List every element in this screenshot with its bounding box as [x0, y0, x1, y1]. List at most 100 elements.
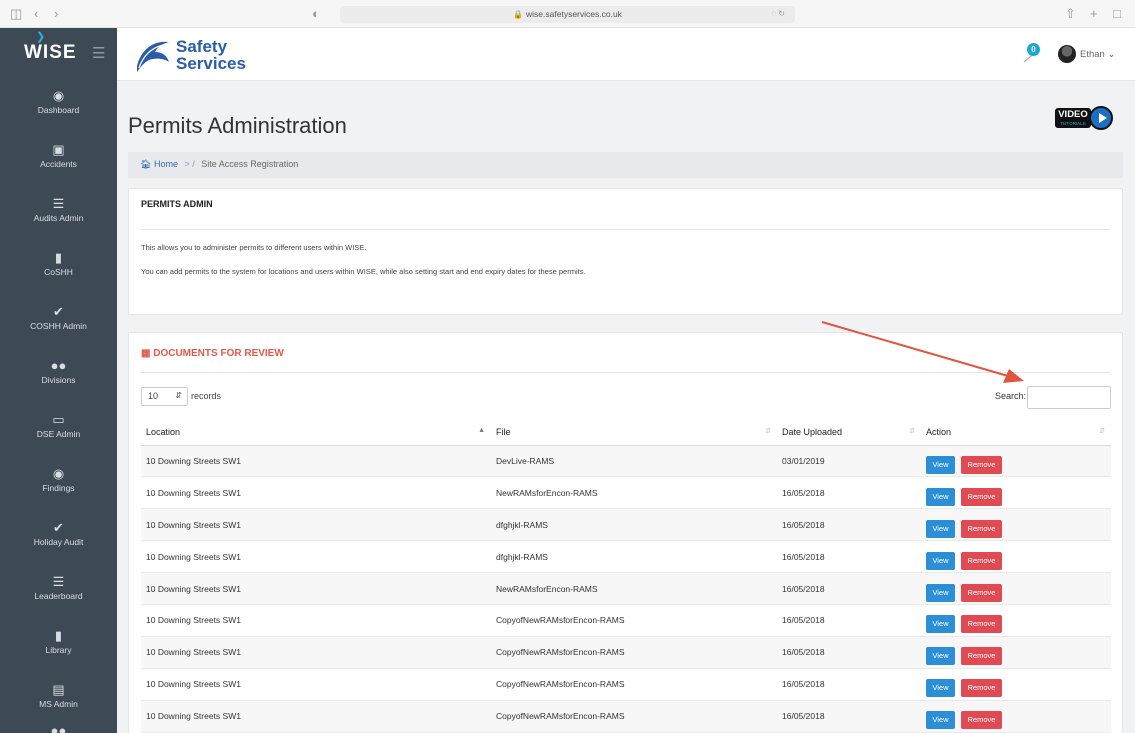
sidebar-item-dse-admin[interactable]: ▭ DSE Admin — [0, 405, 117, 459]
view-button[interactable]: View — [926, 679, 955, 698]
sidebar-item-dashboard[interactable]: ◉ Dashboard — [0, 81, 117, 135]
search-input[interactable] — [1027, 386, 1111, 409]
sidebar-item-coshh[interactable]: ▮ CoSHH — [0, 243, 117, 297]
sidebar-item-audits-admin[interactable]: ☰ Audits Admin — [0, 189, 117, 243]
cell-action: View Remove — [921, 540, 1111, 574]
sidebar-item-partial[interactable]: ●● — [0, 721, 117, 733]
column-header-location[interactable]: Location ▲ — [141, 420, 491, 446]
users-icon: ●● — [50, 358, 67, 373]
view-button[interactable]: View — [926, 487, 955, 506]
column-label: Location — [146, 427, 181, 438]
view-button[interactable]: View — [926, 615, 955, 634]
view-button[interactable]: View — [926, 551, 955, 570]
address-bar[interactable]: 🔒 wise.safetyservices.co.uk ◌ ↻ — [340, 6, 795, 23]
sidebar-item-label: CoSHH — [44, 267, 73, 277]
sidebar-item-accidents[interactable]: ▣ Accidents — [0, 135, 117, 189]
view-button[interactable]: View — [926, 647, 955, 666]
sidebar-item-library[interactable]: ▮ Library — [0, 621, 117, 675]
permits-admin-panel: PERMITS ADMIN This allows you to adminis… — [128, 188, 1123, 315]
cell-action: View Remove — [921, 668, 1111, 701]
video-tutorials-button[interactable]: VIDEO TUTORIALS — [1055, 106, 1113, 132]
reload-icon[interactable]: ◌ ↻ — [771, 9, 785, 18]
remove-button[interactable]: Remove — [961, 583, 1002, 602]
back-icon[interactable]: ‹ — [34, 6, 38, 22]
column-header-action[interactable]: Action ⇵ — [921, 420, 1111, 446]
column-label: File — [496, 427, 511, 438]
avatar[interactable] — [1058, 45, 1076, 63]
sidebar-item-divisions[interactable]: ●● Divisions — [0, 351, 117, 405]
tabs-overview-icon[interactable]: □ — [1113, 6, 1121, 22]
cell-location: 10 Downing Streets SW1 — [141, 700, 491, 733]
cell-file: dfghjkl-RAMS — [491, 540, 777, 574]
breadcrumb: 🏠︎ Home > / Site Access Registration — [128, 152, 1123, 178]
sidebar-item-label: DSE Admin — [36, 429, 81, 439]
cell-location: 10 Downing Streets SW1 — [141, 476, 491, 510]
table-icon: ▦ — [141, 348, 154, 359]
info-text-2: You can add permits to the system for lo… — [141, 267, 586, 276]
browser-toolbar: ◫ ‹ › ◐ 🔒 wise.safetyservices.co.uk ◌ ↻ ⇧… — [0, 0, 1135, 28]
remove-button[interactable]: Remove — [961, 455, 1002, 474]
sidebar-toggle-icon[interactable]: ◫ — [10, 6, 22, 22]
table-row: 10 Downing Streets SW1 CopyofNewRAMsforE… — [141, 604, 1111, 637]
check-icon: ✔ — [53, 520, 64, 535]
breadcrumb-home-link[interactable]: Home — [154, 159, 178, 169]
cell-action: View Remove — [921, 476, 1111, 510]
sidebar-item-holiday-audit[interactable]: ✔ Holiday Audit — [0, 513, 117, 567]
documents-table: Location ▲ File ⇵ Date Uploaded ⇵ Action ⇵ 1… — [141, 420, 1111, 733]
remove-button[interactable]: Remove — [961, 615, 1002, 634]
remove-button[interactable]: Remove — [961, 519, 1002, 538]
video-sub-label: TUTORIALS — [1060, 121, 1086, 126]
sidebar-item-coshh-admin[interactable]: ✔ COSHH Admin — [0, 297, 117, 351]
documents-heading: ▦ DOCUMENTS FOR REVIEW — [141, 348, 284, 359]
remove-button[interactable]: Remove — [961, 487, 1002, 506]
play-icon — [1089, 106, 1113, 130]
view-button[interactable]: View — [926, 455, 955, 474]
remove-button[interactable]: Remove — [961, 647, 1002, 666]
cell-date: 16/05/2018 — [777, 476, 921, 510]
menu-toggle-icon[interactable]: ☰ — [92, 44, 105, 62]
new-tab-icon[interactable]: + — [1090, 6, 1098, 22]
eye-icon: ◉ — [52, 466, 65, 481]
sidebar-item-label: Divisions — [41, 375, 76, 385]
sort-icon: ⇵ — [1099, 428, 1105, 435]
records-per-page-select[interactable]: 10 ⇵ — [141, 387, 188, 406]
remove-button[interactable]: Remove — [961, 551, 1002, 570]
user-menu[interactable]: Ethan ⌄ — [1080, 49, 1115, 60]
view-button[interactable]: View — [926, 519, 955, 538]
list-icon: ☰ — [52, 574, 65, 589]
cell-date: 16/05/2018 — [777, 572, 921, 605]
view-button[interactable]: View — [926, 583, 955, 602]
home-icon[interactable]: 🏠︎ — [140, 159, 151, 169]
view-button[interactable]: View — [926, 711, 955, 730]
cell-location: 10 Downing Streets SW1 — [141, 508, 491, 542]
column-label: Action — [926, 427, 952, 438]
privacy-shield-icon[interactable]: ◐ — [312, 6, 320, 22]
page-title: Permits Administration — [128, 113, 347, 138]
sidebar-item-label: Leaderboard — [34, 591, 83, 601]
book-icon: ▮ — [54, 250, 63, 265]
sidebar-item-leaderboard[interactable]: ☰ Leaderboard — [0, 567, 117, 621]
table-row: 10 Downing Streets SW1 dfghjkl-RAMS 16/0… — [141, 540, 1111, 574]
divider — [141, 372, 1110, 373]
cell-action: View Remove — [921, 445, 1111, 478]
forward-icon[interactable]: › — [54, 6, 58, 22]
cell-date: 16/05/2018 — [777, 508, 921, 542]
share-icon[interactable]: ⇧ — [1065, 6, 1076, 22]
cell-action: View Remove — [921, 636, 1111, 669]
remove-button[interactable]: Remove — [961, 679, 1002, 698]
users-icon: ●● — [50, 723, 67, 733]
wise-logo: WISE — [24, 42, 77, 63]
monitor-icon: ▭ — [52, 412, 65, 427]
cell-date: 16/05/2018 — [777, 668, 921, 701]
first-aid-icon: ▣ — [52, 142, 65, 157]
divider — [141, 229, 1110, 230]
video-badge: VIDEO TUTORIALS — [1055, 108, 1091, 128]
table-header-row: Location ▲ File ⇵ Date Uploaded ⇵ Action ⇵ — [141, 420, 1111, 446]
list-icon: ☰ — [52, 196, 65, 211]
column-header-file[interactable]: File ⇵ — [491, 420, 777, 446]
column-header-date-uploaded[interactable]: Date Uploaded ⇵ — [777, 420, 921, 446]
panel-heading: PERMITS ADMIN — [141, 199, 213, 209]
remove-button[interactable]: Remove — [961, 711, 1002, 730]
cell-location: 10 Downing Streets SW1 — [141, 445, 491, 478]
sidebar-item-findings[interactable]: ◉ Findings — [0, 459, 117, 513]
